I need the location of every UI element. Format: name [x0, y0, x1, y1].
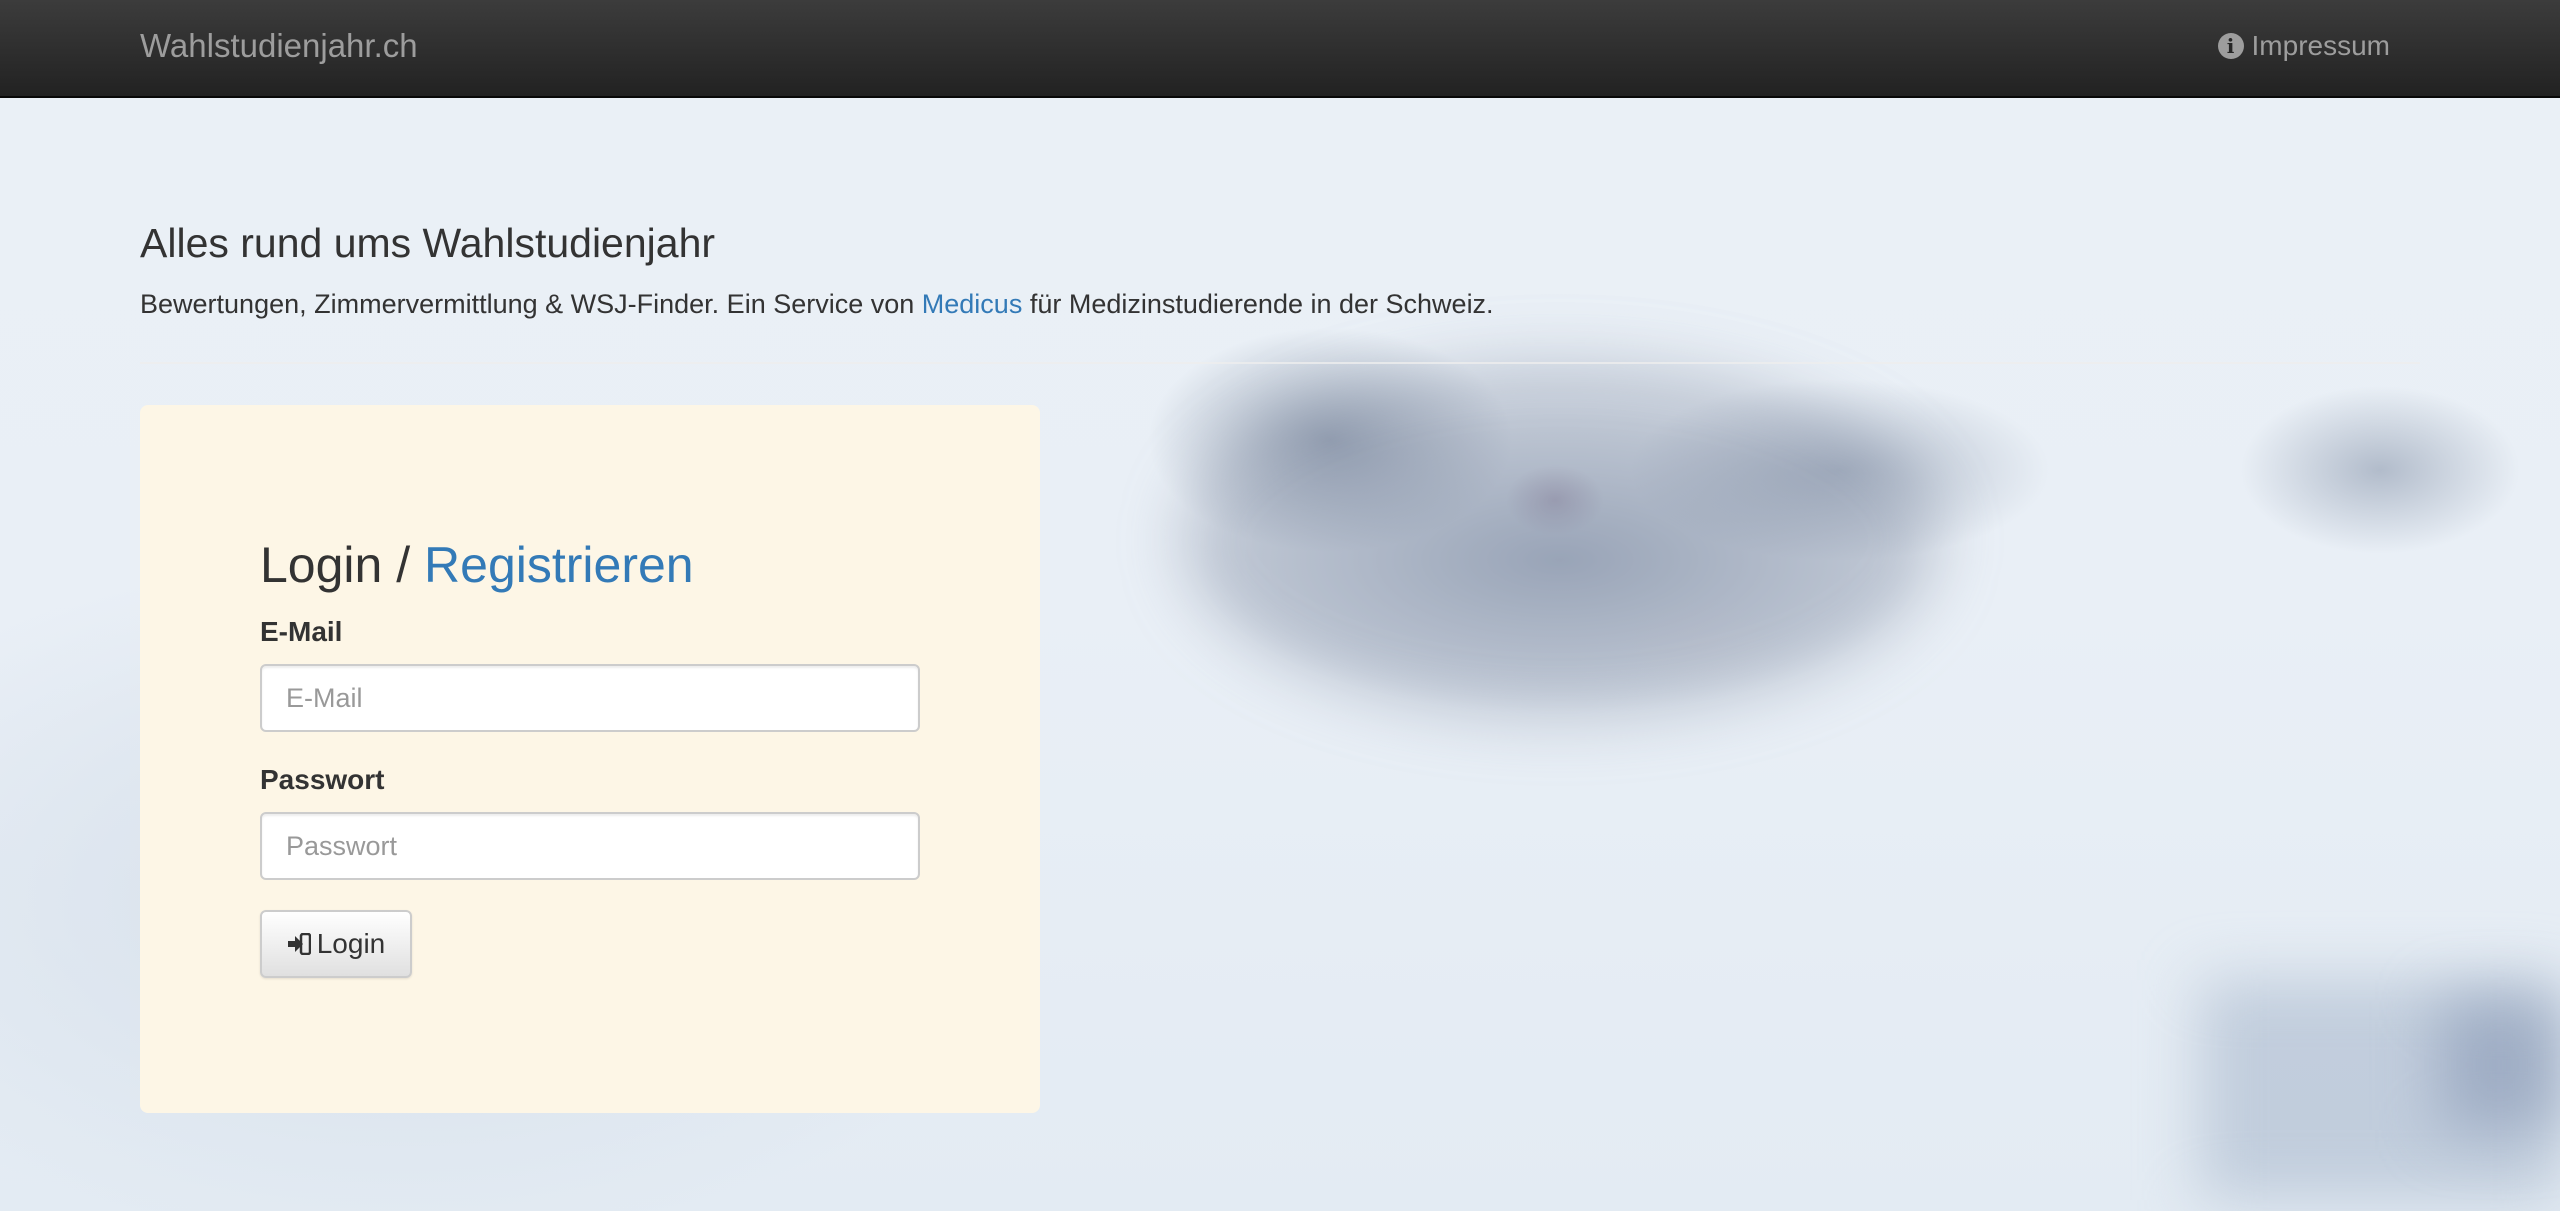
brand-link[interactable]: Wahlstudienjahr.ch	[140, 26, 418, 66]
login-panel: Login / Registrieren E-Mail Passwort Log…	[140, 405, 1040, 1113]
sign-in-icon	[287, 933, 311, 955]
navbar: Wahlstudienjahr.ch i Impressum	[0, 0, 2560, 98]
page-subtitle: Bewertungen, Zimmervermittlung & WSJ-Fin…	[140, 286, 1494, 322]
login-heading-text: Login	[260, 537, 383, 593]
page-title: Alles rund ums Wahlstudienjahr	[140, 220, 716, 266]
subtitle-text-after: für Medizinstudierende in der Schweiz.	[1022, 289, 1494, 319]
email-input[interactable]	[260, 664, 920, 732]
info-circle-icon: i	[2217, 33, 2244, 59]
impressum-label: Impressum	[2251, 30, 2390, 61]
password-input[interactable]	[260, 812, 920, 880]
medicus-link[interactable]: Medicus	[922, 289, 1023, 319]
login-button-label: Login	[316, 928, 386, 959]
register-link[interactable]: Registrieren	[424, 537, 694, 593]
impressum-link[interactable]: i Impressum	[2217, 28, 2390, 64]
header-divider	[140, 362, 2420, 364]
login-heading: Login / Registrieren	[260, 535, 694, 595]
login-heading-separator: /	[382, 537, 425, 593]
login-button[interactable]: Login	[260, 910, 412, 978]
subtitle-text-before: Bewertungen, Zimmervermittlung & WSJ-Fin…	[140, 289, 922, 319]
email-label: E-Mail	[260, 616, 343, 647]
password-label: Passwort	[260, 764, 385, 795]
